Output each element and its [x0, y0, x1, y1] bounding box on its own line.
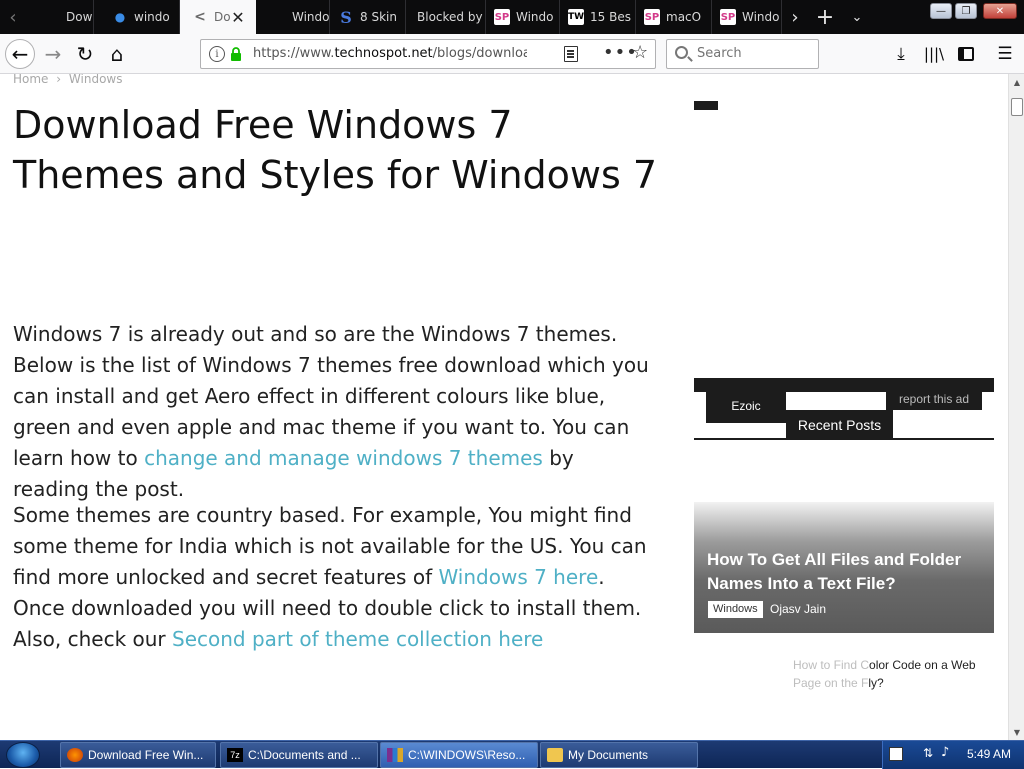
sp-logo-icon: SP [494, 9, 510, 25]
article-paragraph: Windows 7 is already out and so are the … [13, 322, 649, 501]
featured-post-title[interactable]: How To Get All Files and Folder Names In… [707, 548, 987, 596]
featured-post-card[interactable]: How To Get All Files and Folder Names In… [694, 502, 994, 633]
keyboard-icon[interactable] [889, 747, 903, 761]
tab-4[interactable]: Windo [256, 0, 330, 34]
taskbar-item-7zip[interactable]: 7z C:\Documents and ... [220, 742, 378, 768]
scroll-thumb[interactable] [1011, 98, 1023, 116]
tab-7[interactable]: SP Windo [486, 0, 560, 34]
tab-label: Windo [516, 10, 554, 24]
reload-icon[interactable]: ↻ [70, 39, 100, 69]
scroll-up-icon[interactable]: ▲ [1009, 74, 1024, 90]
clock[interactable]: 5:49 AM [967, 747, 1011, 761]
firefox-icon [67, 748, 83, 762]
tab-label: Blocked by [417, 10, 483, 24]
start-button[interactable] [6, 742, 40, 768]
home-icon[interactable]: ⌂ [102, 39, 132, 69]
share-icon: < [194, 9, 206, 25]
network-icon[interactable]: ⇅ [923, 746, 933, 760]
tab-8[interactable]: TW 15 Bes [560, 0, 636, 34]
tab-9[interactable]: SP macO [636, 0, 712, 34]
url-text[interactable]: https://www.technospot.net/blogs/downloa… [253, 46, 527, 61]
lock-icon[interactable] [230, 47, 242, 61]
tab-label: Windo [292, 10, 329, 24]
reader-view-icon[interactable] [564, 46, 578, 62]
close-window-button[interactable]: ✕ [983, 3, 1017, 19]
tab-label: Downl [66, 10, 93, 24]
search-input[interactable] [697, 46, 812, 61]
breadcrumb-category-link[interactable]: Windows [69, 74, 123, 86]
tab-label: macO [666, 10, 702, 24]
tab-label: Windo [742, 10, 780, 24]
next-post-link[interactable]: How to Find Color Code on a Web Page on t… [793, 656, 993, 692]
second-part-link[interactable]: Second part of theme collection here [172, 627, 543, 651]
7zip-icon: 7z [227, 748, 243, 762]
menu-icon[interactable]: ☰ [990, 39, 1020, 69]
back-arrow-icon[interactable]: ← [5, 39, 35, 69]
search-icon [675, 46, 688, 59]
volume-icon[interactable]: ♪ [941, 745, 949, 760]
tw-logo-icon: TW [568, 9, 584, 25]
url-bar[interactable]: i https://www.technospot.net/blogs/downl… [200, 39, 656, 69]
category-badge[interactable]: Windows [708, 601, 763, 618]
taskbar-item-my-documents[interactable]: My Documents [540, 742, 698, 768]
report-ad-link[interactable]: report this ad [886, 388, 982, 410]
article-title: Download Free Windows 7 Themes and Style… [13, 103, 658, 197]
search-bar[interactable] [666, 39, 819, 69]
recent-posts-heading: Recent Posts [786, 410, 893, 439]
author-name[interactable]: Ojasv Jain [770, 602, 826, 616]
ad-gap [786, 392, 886, 410]
taskbar-item-firefox[interactable]: Download Free Win... [60, 742, 216, 768]
tab-1[interactable]: Downl [24, 0, 94, 34]
download-icon[interactable]: ⤓ [886, 39, 916, 69]
bookmark-star-icon[interactable]: ☆ [632, 42, 648, 63]
sp-logo-icon: SP [720, 9, 736, 25]
navigation-toolbar: ← → ↻ ⌂ i https://www.technospot.net/blo… [0, 34, 1024, 74]
windows-7-here-link[interactable]: Windows 7 here [438, 565, 598, 589]
tab-scroll-left-button[interactable]: ‹ [2, 5, 24, 29]
breadcrumb-home-link[interactable]: Home [13, 74, 48, 86]
tab-10[interactable]: SP Windo [712, 0, 782, 34]
sp-logo-icon: SP [644, 9, 660, 25]
minimize-window-button[interactable]: — [930, 3, 952, 19]
scroll-down-icon[interactable]: ▼ [1009, 724, 1024, 740]
library-icon[interactable]: |||\ [919, 39, 949, 69]
close-tab-icon[interactable]: ✕ [229, 8, 247, 27]
tab-2[interactable]: ● windo [94, 0, 180, 34]
tab-scroll-right-icon[interactable]: › [784, 5, 806, 29]
breadcrumb: Home › Windows [13, 74, 122, 86]
page-scrollbar[interactable]: ▲ ▼ [1008, 74, 1024, 740]
winrar-icon [387, 748, 403, 762]
tab-strip: ‹ Downl ● windo < Do ✕ Windo S 8 Skin Bl… [0, 0, 1024, 34]
breadcrumb-separator: › [56, 74, 62, 86]
tab-6[interactable]: Blocked by [406, 0, 486, 34]
ezoic-label[interactable]: Ezoic [706, 388, 786, 423]
system-tray: ⇅ ♪ 5:49 AM [882, 741, 1024, 769]
generic-page-icon [264, 9, 280, 25]
restore-window-button[interactable]: ❐ [955, 3, 977, 19]
sidebar-toggle-icon[interactable] [951, 39, 981, 69]
divider [694, 438, 994, 440]
change-themes-link[interactable]: change and manage windows 7 themes [144, 446, 543, 470]
generic-page-icon [32, 9, 48, 25]
taskbar-item-winrar[interactable]: C:\WINDOWS\Reso... [380, 742, 538, 768]
tab-label: windo [134, 10, 170, 24]
web-page: Home › Windows Download Free Windows 7 T… [0, 74, 1008, 740]
tab-5[interactable]: S 8 Skin [330, 0, 406, 34]
new-tab-icon[interactable]: + [812, 5, 838, 30]
forward-arrow-icon[interactable]: → [38, 39, 68, 69]
info-icon[interactable]: i [209, 46, 225, 62]
chevron-down-icon[interactable]: ⌄ [844, 5, 870, 29]
taskbar: Download Free Win... 7z C:\Documents and… [0, 740, 1024, 769]
blue-dot-icon: ● [114, 10, 126, 24]
article-paragraph: Some themes are country based. For examp… [13, 503, 647, 651]
ad-marker [694, 101, 718, 110]
folder-icon [547, 748, 563, 762]
tab-label: 15 Bes [590, 10, 631, 24]
tab-label: 8 Skin [360, 10, 397, 24]
s-logo-icon: S [340, 7, 352, 27]
